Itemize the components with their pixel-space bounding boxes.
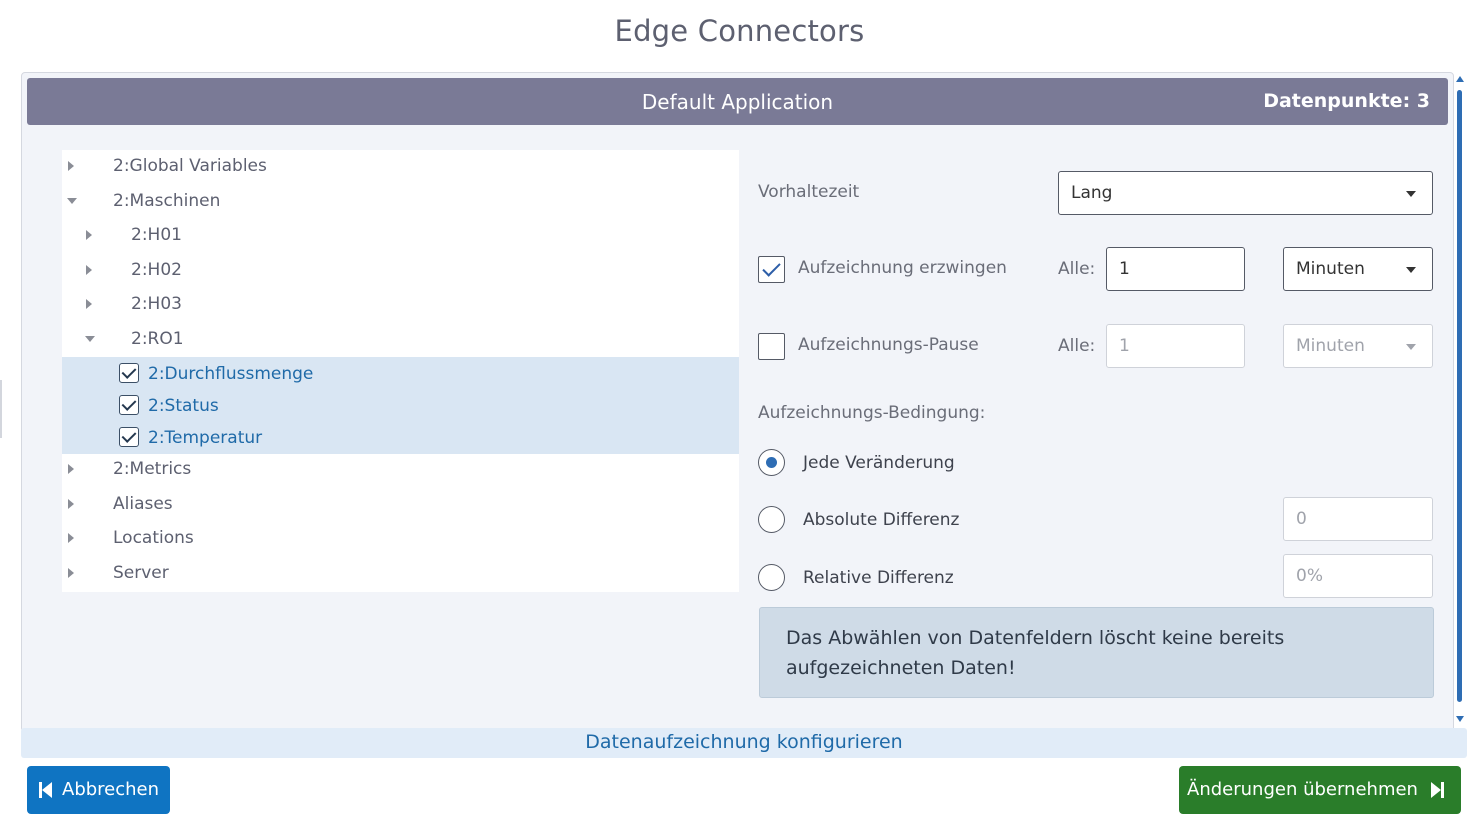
radio-every-change[interactable] bbox=[758, 449, 785, 476]
tree-node-h01[interactable]: 2:H01 bbox=[62, 219, 739, 253]
page-title: Edge Connectors bbox=[614, 14, 865, 48]
application-header: Default Application Datenpunkte: 3 bbox=[27, 78, 1448, 125]
leaf-checkbox[interactable] bbox=[119, 395, 139, 415]
radio-relative-difference-label: Relative Differenz bbox=[803, 568, 954, 588]
caret-down-icon[interactable] bbox=[85, 336, 95, 342]
pause-interval-input[interactable]: 1 bbox=[1106, 324, 1245, 368]
retention-select[interactable]: Lang bbox=[1058, 171, 1433, 215]
pause-unit-select[interactable]: Minuten bbox=[1283, 324, 1433, 368]
pause-recording-label: Aufzeichnungs-Pause bbox=[798, 335, 979, 355]
tree-node-maschinen[interactable]: 2:Maschinen bbox=[62, 185, 739, 219]
skip-forward-icon bbox=[1431, 782, 1445, 798]
leaf-checkbox[interactable] bbox=[119, 427, 139, 447]
force-unit-select[interactable]: Minuten bbox=[1283, 247, 1433, 291]
leaf-checkbox[interactable] bbox=[119, 363, 139, 383]
tree-node-ro1[interactable]: 2:RO1 bbox=[62, 323, 739, 357]
radio-every-change-label: Jede Veränderung bbox=[803, 453, 955, 473]
cancel-button[interactable]: Abbrechen bbox=[27, 766, 170, 814]
chevron-down-icon bbox=[1406, 191, 1416, 197]
caret-right-icon[interactable] bbox=[86, 230, 92, 240]
info-message: Das Abwählen von Datenfeldern löscht kei… bbox=[759, 607, 1434, 698]
force-interval-input[interactable]: 1 bbox=[1106, 247, 1245, 291]
pause-recording-checkbox[interactable] bbox=[758, 333, 785, 360]
relative-difference-input[interactable]: 0% bbox=[1283, 554, 1433, 598]
tree-node-h03[interactable]: 2:H03 bbox=[62, 288, 739, 322]
tree-node-metrics[interactable]: 2:Metrics bbox=[62, 453, 739, 487]
tree-node-locations[interactable]: Locations bbox=[62, 522, 739, 556]
caret-right-icon[interactable] bbox=[86, 299, 92, 309]
skip-back-icon bbox=[39, 782, 53, 798]
chevron-down-icon bbox=[1406, 344, 1416, 350]
caret-right-icon[interactable] bbox=[68, 499, 74, 509]
tree-node-global-variables[interactable]: 2:Global Variables bbox=[62, 150, 739, 184]
application-name: Default Application bbox=[641, 90, 834, 114]
tree-leaf-status[interactable]: 2:Status bbox=[62, 390, 739, 422]
pause-every-label: Alle: bbox=[1058, 336, 1096, 356]
scroll-up-icon[interactable] bbox=[1456, 76, 1464, 82]
tree-node-server[interactable]: Server bbox=[62, 557, 739, 591]
window-edge bbox=[0, 380, 2, 438]
retention-label: Vorhaltezeit bbox=[758, 182, 860, 202]
scroll-thumb[interactable] bbox=[1457, 90, 1462, 702]
radio-absolute-difference[interactable] bbox=[758, 506, 785, 533]
node-tree: 2:Global Variables 2:Maschinen 2:H01 2:H… bbox=[62, 150, 739, 592]
tree-node-aliases[interactable]: Aliases bbox=[62, 488, 739, 522]
force-recording-checkbox[interactable] bbox=[758, 256, 785, 283]
force-every-label: Alle: bbox=[1058, 259, 1096, 279]
absolute-difference-input[interactable]: 0 bbox=[1283, 497, 1433, 541]
panel-scrollbar[interactable] bbox=[1455, 74, 1467, 724]
datapoint-count: Datenpunkte: 3 bbox=[1263, 90, 1430, 112]
caret-right-icon[interactable] bbox=[68, 533, 74, 543]
condition-label: Aufzeichnungs-Bedingung: bbox=[758, 403, 986, 423]
chevron-down-icon bbox=[1406, 267, 1416, 273]
radio-relative-difference[interactable] bbox=[758, 564, 785, 591]
apply-changes-button[interactable]: Änderungen übernehmen bbox=[1179, 766, 1461, 814]
section-title: Datenaufzeichnung konfigurieren bbox=[21, 728, 1467, 758]
caret-right-icon[interactable] bbox=[68, 464, 74, 474]
caret-right-icon[interactable] bbox=[86, 265, 92, 275]
caret-right-icon[interactable] bbox=[68, 568, 74, 578]
caret-right-icon[interactable] bbox=[68, 161, 74, 171]
tree-leaf-temperatur[interactable]: 2:Temperatur bbox=[62, 422, 739, 454]
caret-down-icon[interactable] bbox=[67, 198, 77, 204]
selected-datapoints: 2:Durchflussmenge 2:Status 2:Temperatur bbox=[62, 357, 739, 454]
force-recording-label: Aufzeichnung erzwingen bbox=[798, 258, 1007, 278]
tree-leaf-durchflussmenge[interactable]: 2:Durchflussmenge bbox=[62, 358, 739, 390]
scroll-down-icon[interactable] bbox=[1456, 716, 1464, 722]
tree-node-h02[interactable]: 2:H02 bbox=[62, 254, 739, 288]
radio-absolute-difference-label: Absolute Differenz bbox=[803, 510, 960, 530]
config-panel: Default Application Datenpunkte: 3 2:Glo… bbox=[21, 72, 1454, 732]
